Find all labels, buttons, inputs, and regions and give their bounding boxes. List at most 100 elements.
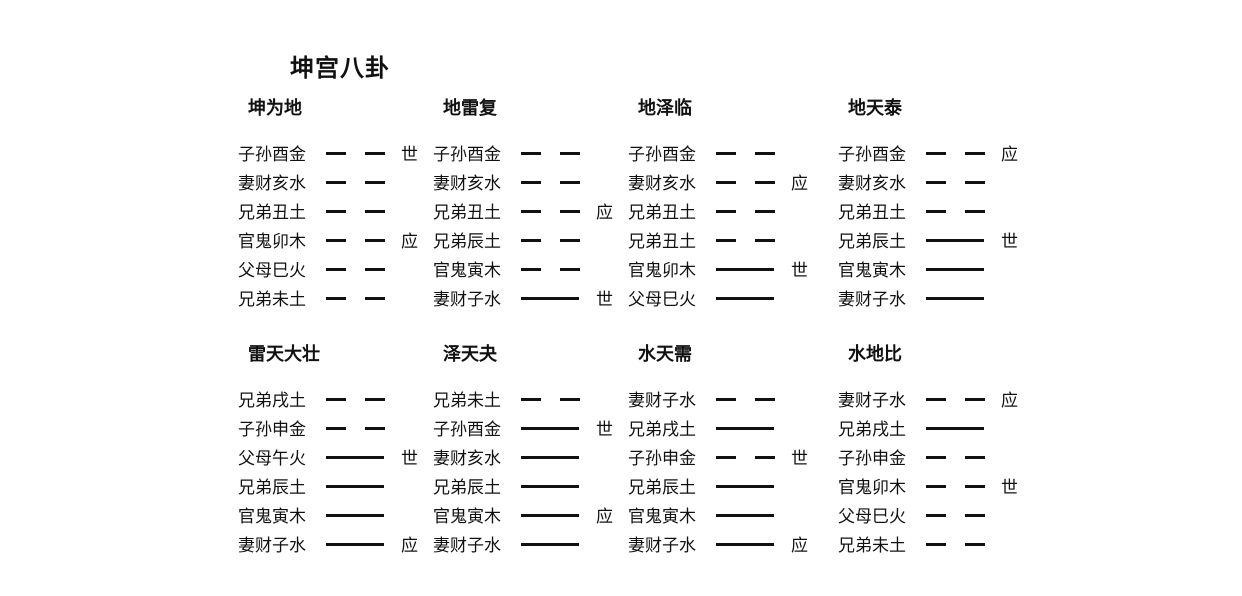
yao-row: 妻财亥水 — [238, 169, 438, 198]
yin-line-left-segment — [926, 543, 946, 546]
hexagram-name: 地泽临 — [638, 98, 692, 119]
yao-row: 兄弟戌土 — [838, 415, 1038, 444]
yin-line-left-segment — [926, 152, 946, 155]
yao-row: 兄弟丑土 — [628, 198, 828, 227]
yang-line — [926, 239, 984, 242]
shi-ying-mark: 应 — [401, 232, 418, 252]
yao-label: 兄弟未土 — [238, 290, 306, 310]
yin-line-left-segment — [326, 152, 346, 155]
yin-line-left-segment — [926, 181, 946, 184]
yin-line-right-segment — [965, 398, 985, 401]
yao-row: 妻财子水 — [628, 386, 828, 415]
yao-label: 官鬼寅木 — [628, 507, 696, 527]
shi-ying-mark: 应 — [596, 507, 613, 527]
yin-line-right-segment — [365, 297, 385, 300]
shi-ying-mark: 世 — [791, 261, 808, 281]
shi-ying-mark: 世 — [1001, 232, 1018, 252]
yin-line-left-segment — [926, 398, 946, 401]
yin-line-right-segment — [965, 152, 985, 155]
yao-label: 兄弟戌土 — [838, 420, 906, 440]
yao-label: 父母巳火 — [838, 507, 906, 527]
shi-ying-mark: 应 — [401, 536, 418, 556]
yao-row: 子孙酉金 世 — [433, 415, 633, 444]
yao-label: 兄弟未土 — [838, 536, 906, 556]
yao-label: 兄弟未土 — [433, 391, 501, 411]
yang-line — [716, 543, 774, 546]
yang-line — [926, 268, 984, 271]
yao-row: 妻财子水 世 — [433, 285, 633, 314]
yin-line-right-segment — [965, 456, 985, 459]
yao-label: 兄弟辰土 — [433, 478, 501, 498]
shi-ying-mark: 世 — [596, 290, 613, 310]
yao-row: 子孙酉金 应 — [838, 140, 1038, 169]
yao-row: 官鬼卯木 应 — [238, 227, 438, 256]
yin-line-left-segment — [716, 398, 736, 401]
yin-line-right-segment — [755, 152, 775, 155]
hexagram-name: 坤为地 — [248, 98, 302, 119]
shi-ying-mark: 应 — [596, 203, 613, 223]
yin-line-right-segment — [365, 427, 385, 430]
shi-ying-mark: 世 — [401, 449, 418, 469]
hexagram-name: 泽天夬 — [443, 344, 497, 365]
yin-line-right-segment — [755, 398, 775, 401]
yao-row: 父母巳火 — [238, 256, 438, 285]
yao-label: 妻财子水 — [628, 391, 696, 411]
yin-line-right-segment — [965, 514, 985, 517]
yao-label: 子孙酉金 — [433, 420, 501, 440]
yang-line — [926, 297, 984, 300]
yao-row: 兄弟辰土 — [433, 473, 633, 502]
yao-label: 官鬼寅木 — [433, 507, 501, 527]
yao-label: 官鬼寅木 — [238, 507, 306, 527]
yin-line-left-segment — [926, 514, 946, 517]
yao-row: 父母午火 世 — [238, 444, 438, 473]
yao-row: 子孙申金 — [238, 415, 438, 444]
yin-line-right-segment — [560, 181, 580, 184]
yao-row: 妻财子水 应 — [238, 531, 438, 560]
yao-label: 妻财亥水 — [238, 174, 306, 194]
yin-line-left-segment — [926, 485, 946, 488]
yao-label: 兄弟戌土 — [238, 391, 306, 411]
yao-label: 妻财子水 — [838, 391, 906, 411]
yao-label: 兄弟丑土 — [238, 203, 306, 223]
yin-line-left-segment — [716, 210, 736, 213]
shi-ying-mark: 世 — [791, 449, 808, 469]
yao-row: 妻财子水 — [433, 531, 633, 560]
yao-row: 兄弟辰土 — [433, 227, 633, 256]
yao-row: 妻财亥水 应 — [628, 169, 828, 198]
yao-row: 官鬼寅木 — [838, 256, 1038, 285]
yin-line-left-segment — [926, 456, 946, 459]
hexagram-block: 地泽临 子孙酉金 妻财亥水应兄弟丑土 兄弟丑土 官鬼卯木世父母巳火 — [628, 94, 828, 324]
yin-line-right-segment — [560, 398, 580, 401]
yin-line-left-segment — [521, 181, 541, 184]
yao-label: 子孙申金 — [838, 449, 906, 469]
yin-line-left-segment — [326, 398, 346, 401]
yao-row: 兄弟未土 — [838, 531, 1038, 560]
yin-line-right-segment — [965, 485, 985, 488]
yang-line — [926, 427, 984, 430]
yao-row: 兄弟丑土 — [628, 227, 828, 256]
yao-row: 子孙申金 — [838, 444, 1038, 473]
yang-line — [326, 514, 384, 517]
yin-line-left-segment — [326, 239, 346, 242]
yang-line — [716, 268, 774, 271]
yin-line-left-segment — [716, 456, 736, 459]
yin-line-left-segment — [521, 398, 541, 401]
hexagram-name: 雷天大壮 — [248, 344, 320, 365]
yang-line — [521, 543, 579, 546]
yang-line — [326, 543, 384, 546]
hexagram-block: 水天需 妻财子水 兄弟戌土 子孙申金世兄弟辰土 官鬼寅木 妻财子水应 — [628, 340, 828, 570]
yao-label: 妻财亥水 — [433, 449, 501, 469]
yao-label: 兄弟丑土 — [628, 203, 696, 223]
yin-line-left-segment — [521, 210, 541, 213]
yin-line-right-segment — [965, 210, 985, 213]
yao-row: 兄弟未土 — [433, 386, 633, 415]
yao-label: 官鬼卯木 — [628, 261, 696, 281]
yin-line-left-segment — [326, 427, 346, 430]
yao-row: 兄弟未土 — [238, 285, 438, 314]
yao-row: 兄弟丑土 — [838, 198, 1038, 227]
yin-line-left-segment — [326, 181, 346, 184]
yao-row: 妻财亥水 — [433, 169, 633, 198]
yao-row: 官鬼寅木 — [238, 502, 438, 531]
yao-row: 官鬼寅木 — [433, 256, 633, 285]
yin-line-right-segment — [755, 210, 775, 213]
